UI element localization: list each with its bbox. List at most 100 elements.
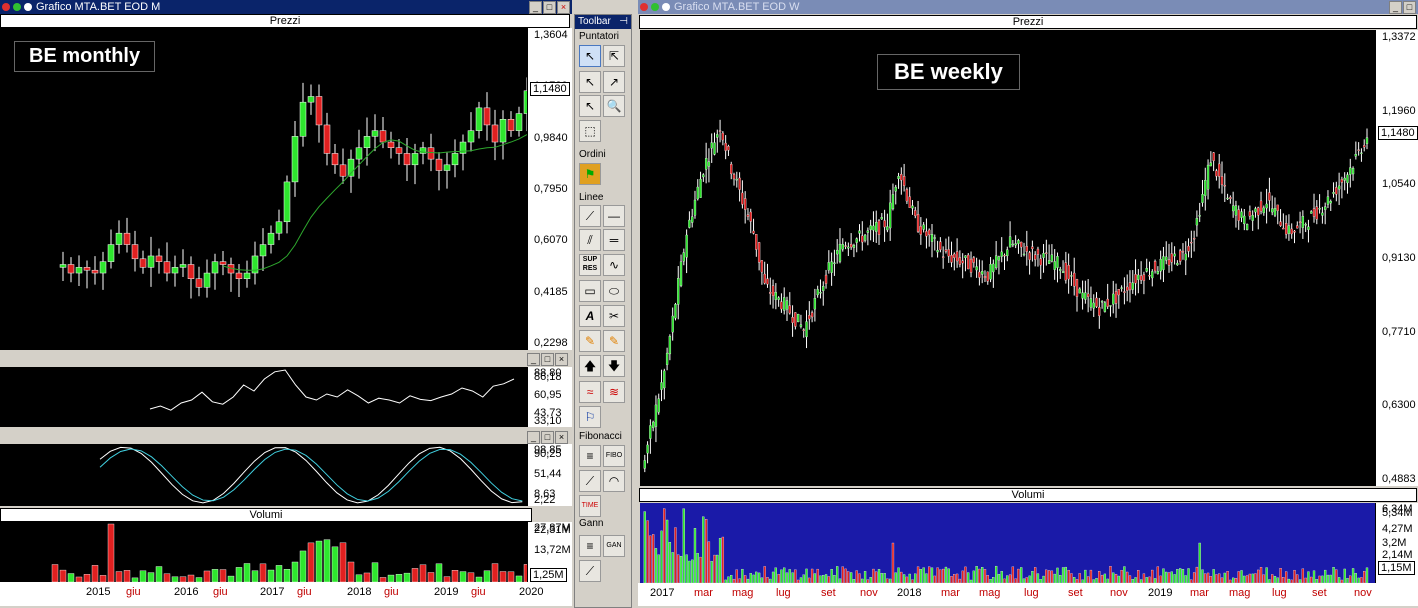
cursor-plus-icon[interactable]: ↗: [603, 71, 625, 93]
candle: [1031, 240, 1034, 262]
pointer-select-icon[interactable]: ⇱: [603, 45, 625, 67]
left-volume-chart[interactable]: [0, 522, 531, 583]
volume-bar: [83, 574, 91, 583]
left-stoch-panel-header: _ □ ×: [0, 430, 572, 444]
candle: [1028, 250, 1031, 275]
text-icon[interactable]: A: [579, 305, 601, 327]
left-window-titlebar[interactable]: Grafico MTA.BET EOD M _ □ ×: [0, 0, 572, 14]
horizontal-line-icon[interactable]: —: [603, 205, 625, 227]
minimize-button[interactable]: _: [1389, 1, 1402, 14]
left-rsi-chart[interactable]: [0, 367, 527, 427]
candle: [1011, 240, 1015, 248]
left-window-title: Grafico MTA.BET EOD M: [36, 1, 161, 13]
volume-bar: [847, 571, 850, 584]
cursor-alt-icon[interactable]: ↖: [579, 95, 601, 117]
time-axis-label: nov: [1110, 587, 1128, 599]
candle: [1198, 202, 1201, 222]
right-window-controls: _ □: [1389, 1, 1416, 14]
moving-average-line: [222, 134, 528, 271]
candle: [1151, 269, 1154, 287]
candle: [1156, 266, 1160, 275]
minimize-button[interactable]: _: [529, 1, 542, 14]
volume-bar: [1312, 570, 1316, 584]
volume-bar: [702, 516, 705, 584]
minimize-button[interactable]: _: [527, 353, 540, 366]
candle: [810, 310, 814, 323]
pencil-alt-icon[interactable]: ✎: [603, 330, 625, 352]
candle: [1259, 191, 1263, 215]
toolbar-section-orders: Ordini: [579, 149, 606, 160]
candle: [1087, 279, 1090, 313]
right-price-chart[interactable]: BE weekly: [640, 30, 1375, 486]
volume-bar: [299, 550, 307, 583]
pin-icon[interactable]: ⊣: [619, 15, 628, 29]
candle: [443, 152, 451, 189]
maximize-button[interactable]: □: [543, 1, 556, 14]
minimize-button[interactable]: _: [527, 431, 540, 444]
volume-bar: [291, 561, 299, 583]
candle: [227, 257, 235, 292]
right-price-axis: 1,3372 1,1960 1,0540 0,9130 0,7710 0,6300 0,48…: [1375, 30, 1418, 486]
last-volume-box: 1,15M: [1378, 561, 1415, 575]
volume-bar: [139, 570, 147, 583]
candle: [1237, 205, 1240, 230]
left-stoch-chart[interactable]: [0, 444, 527, 506]
candle: [780, 293, 783, 313]
right-window-titlebar[interactable]: Grafico MTA.BET EOD W _ □: [638, 0, 1418, 14]
maximize-button[interactable]: □: [541, 353, 554, 366]
polyline-icon[interactable]: ∿: [603, 254, 625, 276]
left-price-chart[interactable]: BE monthly: [0, 28, 531, 350]
fibo-fan-icon[interactable]: ⟋: [579, 470, 601, 492]
flag-icon[interactable]: ⚐: [579, 406, 601, 428]
fibo-arc-icon[interactable]: ◠: [603, 470, 625, 492]
candle: [978, 259, 981, 286]
time-axis-label: nov: [1354, 587, 1372, 599]
fibo-extension-icon[interactable]: FIBO: [603, 445, 625, 467]
volume-bar: [1159, 575, 1162, 584]
arrow-down-icon[interactable]: 🡇: [603, 355, 625, 377]
toolbar-titlebar[interactable]: Toolbar ⊣: [575, 15, 631, 29]
close-button[interactable]: ×: [557, 1, 570, 14]
close-button[interactable]: ×: [555, 431, 568, 444]
selection-rect-icon[interactable]: ⬚: [579, 120, 601, 142]
volume-bar: [925, 573, 928, 584]
zoom-icon[interactable]: 🔍: [603, 95, 625, 117]
candle: [123, 217, 131, 253]
gann-fan-icon[interactable]: ⟋: [579, 560, 601, 582]
order-icon[interactable]: ⚑: [579, 163, 601, 185]
volume-bar: [880, 573, 883, 584]
volume-bar: [1184, 575, 1187, 584]
gann-box-icon[interactable]: GAN: [603, 535, 625, 557]
channel-icon[interactable]: ⫽: [579, 229, 601, 251]
candle: [833, 249, 836, 276]
parallel-lines-icon[interactable]: ═: [603, 229, 625, 251]
close-button[interactable]: ×: [555, 353, 568, 366]
fibo-time-icon[interactable]: TIME: [579, 495, 601, 517]
volume-bar: [243, 563, 251, 583]
support-resistance-icon[interactable]: SUP RES: [579, 254, 601, 276]
cursor-icon[interactable]: ↖: [579, 71, 601, 93]
signal-wave-icon[interactable]: ≈: [579, 381, 601, 403]
candle: [746, 208, 750, 221]
pencil-icon[interactable]: ✎: [579, 330, 601, 352]
right-volume-chart[interactable]: [640, 503, 1375, 584]
fibo-retracement-icon[interactable]: ≡: [579, 445, 601, 467]
ellipse-icon[interactable]: ⬭: [603, 280, 625, 302]
volume-bar: [1351, 568, 1355, 584]
rectangle-icon[interactable]: ▭: [579, 280, 601, 302]
signal-alt-icon[interactable]: ≋: [603, 381, 625, 403]
maximize-button[interactable]: □: [1403, 1, 1416, 14]
trendline-icon[interactable]: ⟋: [579, 205, 601, 227]
volume-bar: [978, 568, 981, 584]
candle: [419, 141, 427, 165]
arrow-up-icon[interactable]: 🡅: [579, 355, 601, 377]
candle: [1106, 283, 1109, 310]
candle: [947, 236, 950, 263]
delete-drawing-icon[interactable]: ✂: [603, 305, 625, 327]
candle: [1215, 168, 1218, 181]
maximize-button[interactable]: □: [541, 431, 554, 444]
price-tick-label: 0,4883: [1382, 473, 1416, 485]
gann-grid-icon[interactable]: ≡: [579, 535, 601, 557]
pointer-tool-icon[interactable]: ↖: [579, 45, 601, 67]
candle: [59, 251, 67, 282]
